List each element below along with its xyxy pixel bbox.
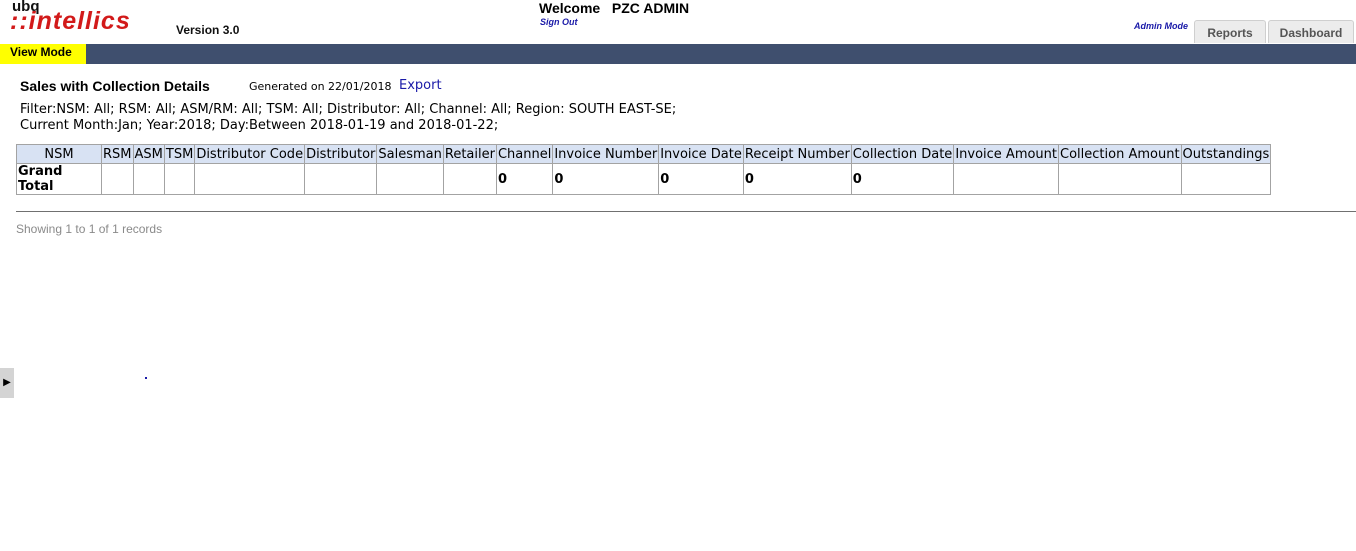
filter-summary: Filter:NSM: All; RSM: All; ASM/RM: All; … <box>20 102 677 117</box>
column-header-collection-date: Collection Date <box>850 144 955 164</box>
generated-date: Generated on 22/01/2018 <box>249 80 392 93</box>
table-cell: 0 <box>850 163 955 195</box>
triangle-right-icon: ▶ <box>3 377 11 388</box>
side-panel-toggle[interactable]: ▶ <box>0 368 14 398</box>
nav-bar <box>0 44 1356 64</box>
view-mode-button[interactable]: View Mode <box>0 44 86 64</box>
table-cell: 0 <box>658 163 744 195</box>
divider <box>16 211 1356 212</box>
table-cell <box>376 163 444 195</box>
date-filter-summary: Current Month:Jan; Year:2018; Day:Betwee… <box>20 118 499 133</box>
export-link[interactable]: Export <box>399 78 442 93</box>
sign-out-link[interactable]: Sign Out <box>540 17 578 27</box>
table-cell <box>442 163 497 195</box>
column-header-asm: ASM <box>132 144 165 164</box>
column-header-distributor-code: Distributor Code <box>194 144 306 164</box>
table-header-row: NSM RSM ASM TSM Distributor Code Distrib… <box>16 144 1272 164</box>
table-cell <box>953 163 1060 195</box>
welcome-message: Welcome PZC ADMIN <box>539 0 690 16</box>
column-header-salesman: Salesman <box>376 144 444 164</box>
table-cell <box>304 163 378 195</box>
logo: ::intellics <box>10 7 131 35</box>
column-header-outstandings: Outstandings <box>1180 144 1272 164</box>
dot-marker <box>145 377 147 379</box>
tab-reports[interactable]: Reports <box>1194 20 1266 43</box>
column-header-receipt-number: Receipt Number <box>742 144 852 164</box>
column-header-tsm: TSM <box>163 144 196 164</box>
table-cell: 0 <box>552 163 660 195</box>
column-header-nsm: NSM <box>16 144 102 164</box>
report-title: Sales with Collection Details <box>20 78 210 94</box>
table-row: Grand Total 0 0 0 0 0 <box>16 163 1272 195</box>
table-cell: Grand Total <box>16 163 102 195</box>
table-cell <box>1180 163 1272 195</box>
table-cell <box>1058 163 1182 195</box>
table-cell <box>101 163 134 195</box>
table-cell <box>163 163 196 195</box>
admin-mode-link[interactable]: Admin Mode <box>1134 21 1188 31</box>
column-header-rsm: RSM <box>101 144 134 164</box>
column-header-distributor: Distributor <box>304 144 378 164</box>
column-header-retailer: Retailer <box>442 144 497 164</box>
table-cell: 0 <box>742 163 852 195</box>
tab-dashboard[interactable]: Dashboard <box>1268 20 1354 43</box>
records-count: Showing 1 to 1 of 1 records <box>16 222 163 236</box>
table-cell: 0 <box>495 163 554 195</box>
column-header-invoice-number: Invoice Number <box>552 144 660 164</box>
report-table: NSM RSM ASM TSM Distributor Code Distrib… <box>16 144 1272 195</box>
column-header-channel: Channel <box>495 144 554 164</box>
column-header-invoice-amount: Invoice Amount <box>953 144 1060 164</box>
column-header-invoice-date: Invoice Date <box>658 144 744 164</box>
table-cell <box>132 163 165 195</box>
column-header-collection-amount: Collection Amount <box>1058 144 1182 164</box>
version-label: Version 3.0 <box>176 23 240 37</box>
table-cell <box>194 163 306 195</box>
